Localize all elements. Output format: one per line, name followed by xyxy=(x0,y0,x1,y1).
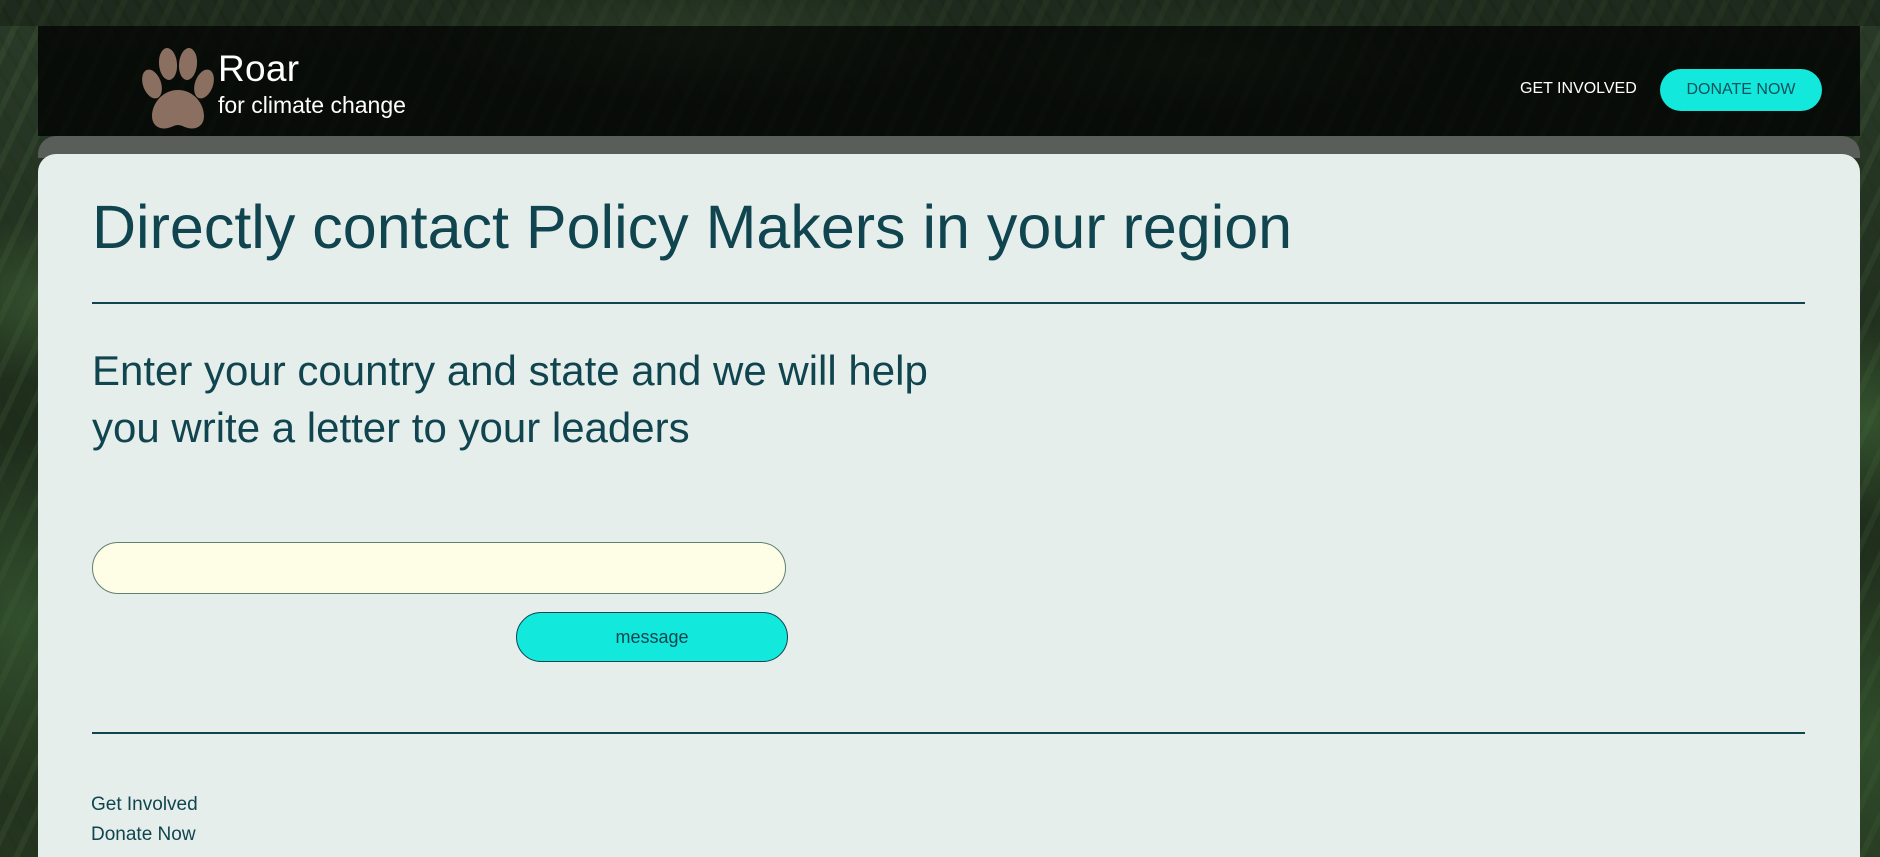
brand-tagline: for climate change xyxy=(218,92,406,118)
location-input[interactable] xyxy=(92,542,786,594)
paw-print-icon[interactable] xyxy=(138,46,218,134)
divider-top xyxy=(92,302,1805,304)
donate-now-button[interactable]: DONATE NOW xyxy=(1660,69,1822,111)
nav-get-involved-link[interactable]: GET INVOLVED xyxy=(1520,80,1637,98)
intro-text: Enter your country and state and we will… xyxy=(92,347,928,451)
footer-link-get-involved[interactable]: Get Involved xyxy=(91,794,198,816)
message-button[interactable]: message xyxy=(516,612,788,662)
page-title: Directly contact Policy Makers in your r… xyxy=(92,193,1293,261)
brand-name[interactable]: Roar xyxy=(218,48,299,90)
footer-link-donate-now[interactable]: Donate Now xyxy=(91,824,196,846)
divider-bottom xyxy=(92,732,1805,734)
main-panel: Directly contact Policy Makers in your r… xyxy=(38,154,1860,857)
top-strip xyxy=(0,0,1880,26)
site-header: Roar for climate change GET INVOLVED DON… xyxy=(38,26,1860,136)
